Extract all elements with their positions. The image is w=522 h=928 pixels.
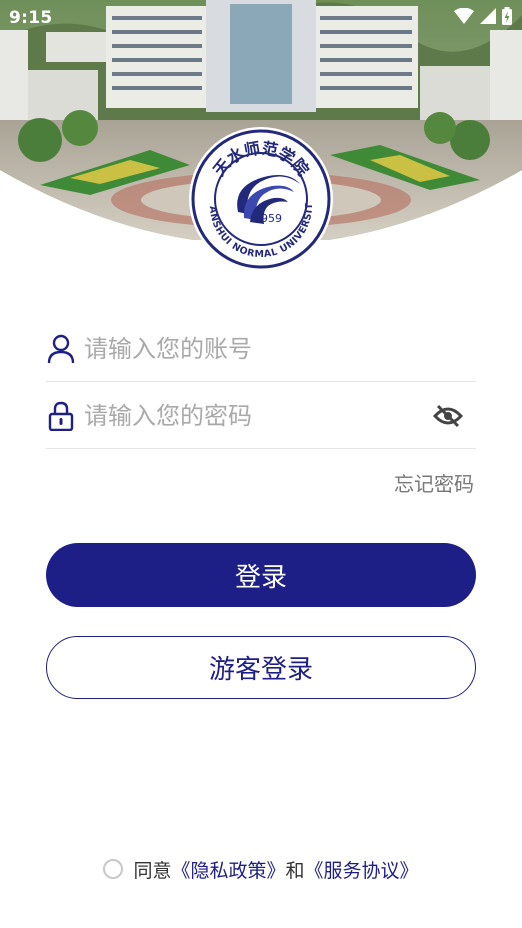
status-icons	[454, 7, 512, 29]
agreement-prefix: 同意	[133, 859, 172, 882]
agreement-row: 同意 《隐私政策》 和 《服务协议》	[0, 854, 522, 884]
agreement-checkbox[interactable]	[103, 859, 124, 879]
cellular-signal-icon	[480, 8, 496, 28]
guest-login-button[interactable]: 游客登录	[46, 636, 476, 699]
logo-year: 1959	[254, 212, 282, 225]
status-time: 9:15	[9, 8, 53, 28]
password-field-row	[46, 383, 476, 449]
login-button[interactable]: 登录	[46, 543, 476, 607]
agreement-conjunction: 和	[285, 859, 305, 882]
wifi-icon	[454, 7, 474, 28]
account-input[interactable]	[84, 328, 476, 369]
university-logo: 天水师范学院 TIANSHUI NORMAL UNIVERSITY 1959	[183, 118, 334, 272]
password-input[interactable]	[84, 395, 428, 436]
eye-off-icon[interactable]	[428, 396, 468, 436]
forgot-password-link[interactable]: 忘记密码	[394, 468, 474, 497]
lock-icon	[46, 400, 76, 432]
service-agreement-link[interactable]: 《服务协议》	[305, 856, 419, 883]
account-field-row	[46, 316, 476, 382]
battery-charging-icon	[502, 7, 512, 29]
user-icon	[46, 333, 76, 365]
login-screen: 9:15 天水师范学院 TIANSHUI NORMAL UNIVER	[0, 0, 522, 928]
status-bar: 9:15	[0, 0, 522, 36]
privacy-policy-link[interactable]: 《隐私政策》	[171, 856, 285, 883]
